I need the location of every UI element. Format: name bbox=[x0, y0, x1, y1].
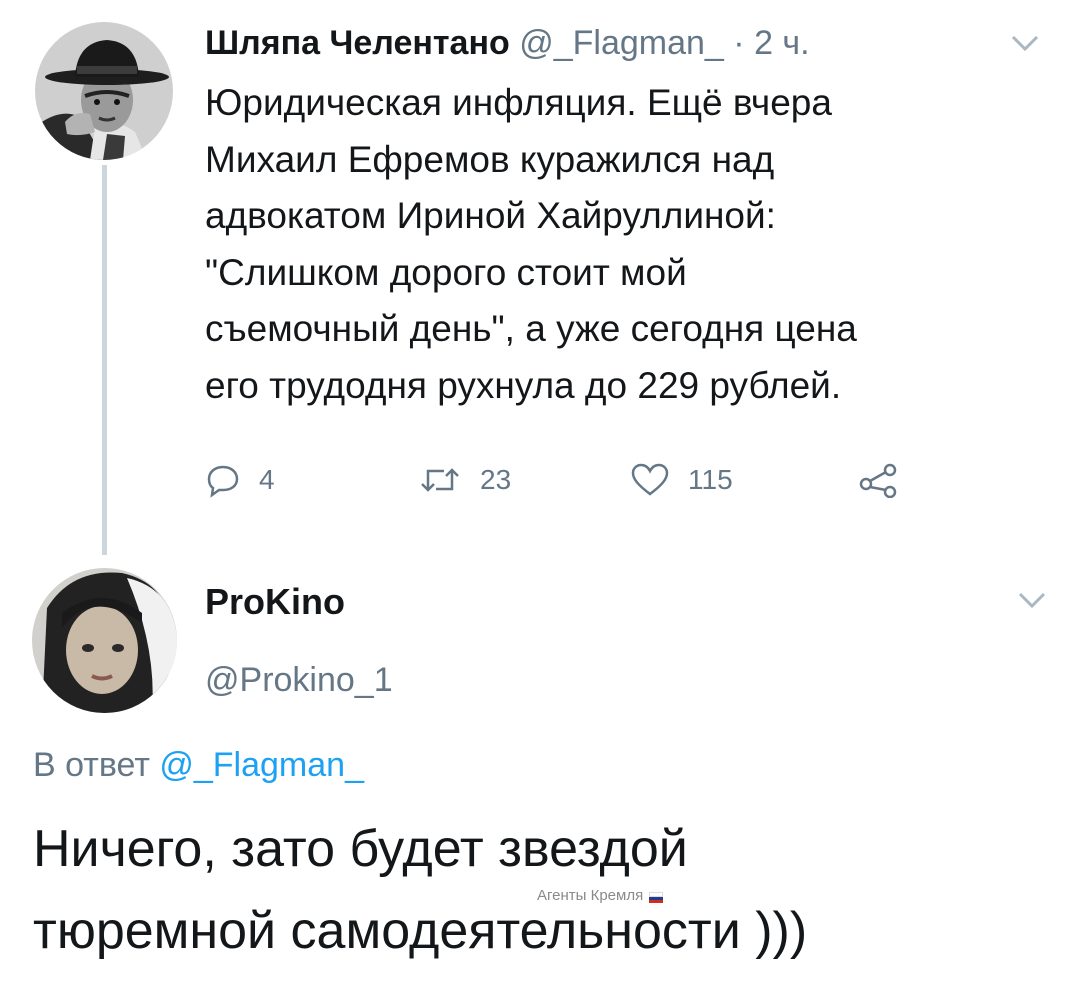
author-name[interactable]: Шляпа Челентано bbox=[205, 24, 510, 62]
tweet-text: Юридическая инфляция. Ещё вчера Михаил Е… bbox=[205, 75, 1065, 414]
avatar-photo-woman bbox=[32, 568, 177, 713]
reply-prefix: В ответ bbox=[33, 746, 150, 784]
tweet-timestamp[interactable]: 2 ч. bbox=[754, 24, 810, 62]
avatar[interactable] bbox=[35, 22, 173, 160]
reply-count: 4 bbox=[259, 464, 275, 495]
retweet-count: 23 bbox=[480, 464, 512, 495]
tweet-actions: 4 23 115 bbox=[0, 455, 1080, 505]
retweet-icon bbox=[421, 468, 459, 492]
tweet-text-line: Юридическая инфляция. Ещё вчера bbox=[205, 82, 832, 123]
retweet-button[interactable]: 23 bbox=[418, 455, 511, 505]
watermark-text: Агенты Кремля bbox=[537, 887, 644, 904]
author-handle[interactable]: @_Flagman_ bbox=[519, 24, 724, 62]
tweet-text-line: Михаил Ефремов куражился над bbox=[205, 138, 775, 180]
share-button[interactable] bbox=[858, 455, 916, 505]
chevron-down-icon[interactable] bbox=[1012, 585, 1052, 615]
author-name[interactable]: ProKino bbox=[205, 580, 345, 624]
like-icon bbox=[631, 463, 669, 496]
author-handle[interactable]: @Prokino_1 bbox=[205, 658, 393, 702]
reply-button[interactable]: 4 bbox=[205, 455, 275, 505]
share-icon bbox=[859, 463, 897, 498]
russian-flag-icon bbox=[649, 891, 664, 903]
reply-to-link[interactable]: @_Flagman_ bbox=[159, 746, 364, 784]
tweet-header: Шляпа Челентано @_Flagman_ · 2 ч. bbox=[205, 18, 1045, 68]
tweet-text-line: адвокатом Ириной Хайруллиной: bbox=[205, 195, 776, 236]
tweet-text-line: Ничего, зато будет звездой bbox=[33, 820, 688, 878]
avatar-photo-man-with-hat bbox=[35, 22, 173, 160]
tweet-text-line: "Слишком дорого стоит мой bbox=[205, 251, 687, 293]
reply-context: В ответ @_Flagman_ bbox=[33, 743, 364, 787]
tweet-text-line: съемочный день", а уже сегодня цена bbox=[205, 308, 857, 349]
header-separator: · bbox=[733, 24, 745, 62]
like-count: 115 bbox=[688, 464, 733, 495]
tweet-text-line: его трудодня рухнула до 229 рублей. bbox=[205, 364, 842, 406]
reply-icon bbox=[207, 465, 239, 498]
watermark: Агенты Кремля bbox=[537, 887, 664, 905]
avatar[interactable] bbox=[32, 568, 177, 713]
like-button[interactable]: 115 bbox=[630, 455, 733, 505]
chevron-down-icon[interactable] bbox=[1005, 28, 1045, 58]
